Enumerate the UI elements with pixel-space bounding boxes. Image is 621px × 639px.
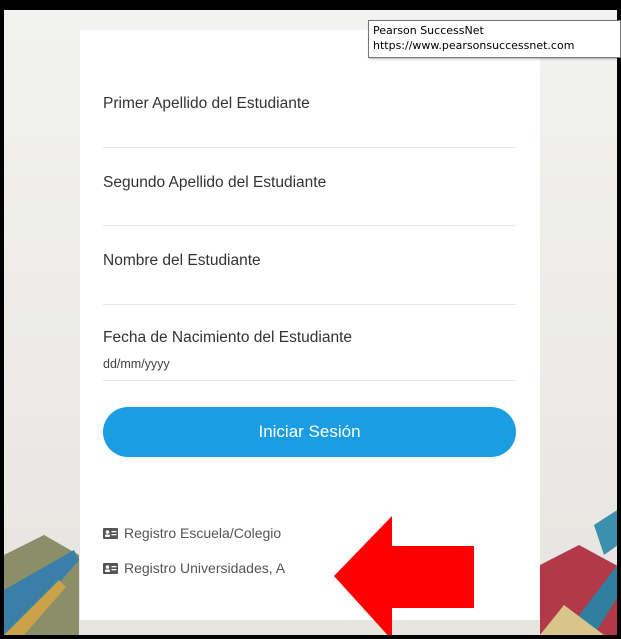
second-surname-label: Segundo Apellido del Estudiante (103, 174, 327, 191)
school-registration-link[interactable]: Registro Escuela/Colegio (103, 525, 281, 541)
second-surname-field[interactable]: Segundo Apellido del Estudiante (103, 148, 516, 226)
name-label: Nombre del Estudiante (103, 252, 261, 269)
birthdate-label: Fecha de Nacimiento del Estudiante (103, 329, 353, 346)
first-surname-label: Primer Apellido del Estudiante (103, 95, 310, 112)
id-card-icon (103, 527, 118, 539)
birthdate-field[interactable]: Fecha de Nacimiento del Estudiante dd/mm… (103, 305, 516, 381)
school-registration-label: Registro Escuela/Colegio (124, 525, 282, 541)
tooltip-url: https://www.pearsonsuccessnet.com (373, 39, 575, 52)
login-button[interactable]: Iniciar Sesión (103, 407, 516, 457)
red-arrow-icon (334, 516, 474, 635)
name-field[interactable]: Nombre del Estudiante (103, 226, 516, 305)
university-registration-label: Registro Universidades, A (124, 560, 286, 576)
id-card-icon (103, 562, 118, 574)
browser-viewport: Primer Apellido del Estudiante Segundo A… (0, 0, 621, 639)
first-surname-field[interactable]: Primer Apellido del Estudiante (103, 85, 516, 148)
birthdate-input[interactable]: dd/mm/yyyy (103, 357, 170, 371)
link-tooltip: Pearson SuccessNet https://www.pearsonsu… (368, 20, 621, 58)
tooltip-title: Pearson SuccessNet (373, 24, 484, 37)
